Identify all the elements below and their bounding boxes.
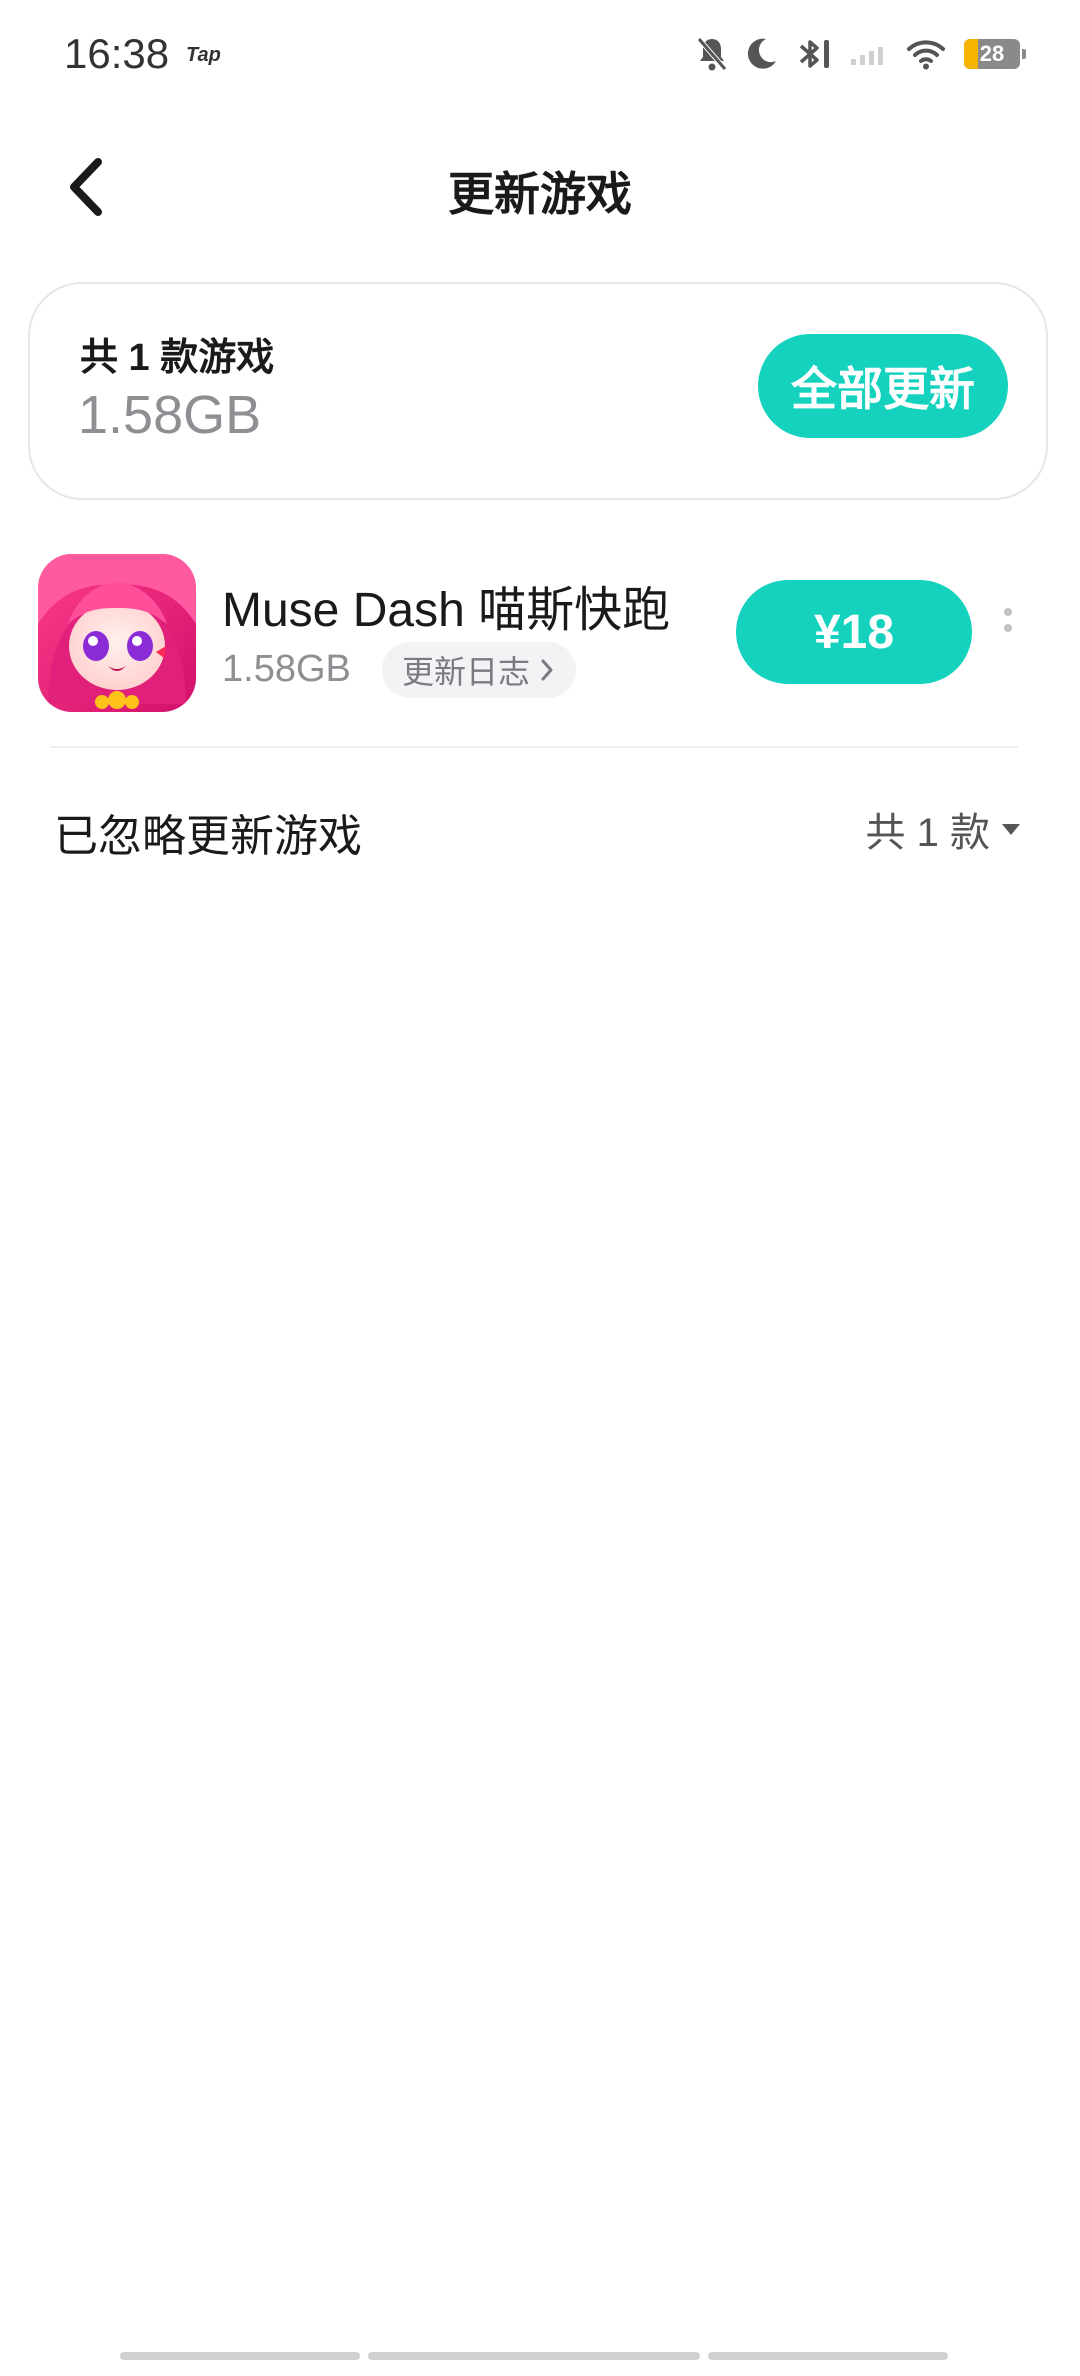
buy-update-button[interactable]: ¥18 xyxy=(736,580,972,684)
ignored-count-toggle[interactable]: 共 1 款 xyxy=(866,800,1020,858)
caret-down-icon xyxy=(1002,823,1020,835)
bluetooth-icon xyxy=(799,40,829,68)
status-time: 16:38 xyxy=(64,30,170,77)
update-summary-card: 共 1 款游戏 1.58GB 全部更新 xyxy=(28,282,1048,500)
total-size: 1.58GB xyxy=(78,385,262,445)
chevron-right-icon xyxy=(541,659,553,681)
ignored-count-label: 共 1 款 xyxy=(865,811,990,855)
wifi-icon xyxy=(907,40,945,70)
changelog-label: 更新日志 xyxy=(402,654,531,690)
divider xyxy=(50,746,1018,748)
ignored-updates-title: 已忽略更新游戏 xyxy=(54,812,362,861)
tap-notification-badge: Tap xyxy=(186,44,221,66)
nav-bar: 更新游戏 xyxy=(0,130,1080,240)
changelog-button[interactable]: 更新日志 xyxy=(382,642,577,698)
page-title: 更新游戏 xyxy=(448,168,632,220)
status-icons: 28 xyxy=(696,34,1026,74)
battery-icon: 28 xyxy=(964,39,1026,69)
game-size: 1.58GB xyxy=(222,648,351,690)
game-list-item[interactable]: Muse Dash 喵斯快跑 1.58GB 更新日志 ¥18 xyxy=(0,548,1080,728)
signal-icon xyxy=(851,47,883,65)
moon-icon xyxy=(747,38,776,69)
ignored-updates-section[interactable]: 已忽略更新游戏 共 1 款 xyxy=(0,790,1080,870)
game-count-label: 共 1 款游戏 xyxy=(80,337,275,379)
game-name[interactable]: Muse Dash 喵斯快跑 xyxy=(222,570,670,640)
battery-level: 28 xyxy=(979,41,1005,66)
status-bar: 16:38 Tap 28 xyxy=(0,0,1080,110)
game-app-icon[interactable] xyxy=(38,554,196,712)
more-options-icon[interactable] xyxy=(996,608,1020,658)
home-indicator xyxy=(0,2352,1080,2360)
update-all-button[interactable]: 全部更新 xyxy=(758,334,1008,438)
mute-bell-icon xyxy=(697,37,727,71)
